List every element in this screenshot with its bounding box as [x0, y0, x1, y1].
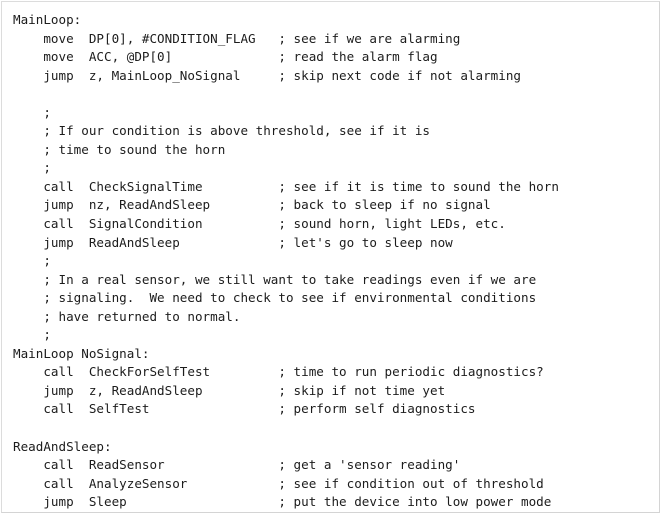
code-line: jump z, ReadAndSleep ; skip if not time …	[13, 382, 559, 401]
code-line-text: move ACC, @DP[0] ; read the alarm flag	[13, 49, 438, 65]
code-line: jump Sleep ; put the device into low pow…	[13, 493, 559, 512]
code-listing-figure: MainLoop: move DP[0], #CONDITION_FLAG ; …	[1, 1, 660, 513]
code-line-text: ; If our condition is above threshold, s…	[13, 123, 431, 139]
code-line-text: ; signaling. We need to check to see if …	[13, 290, 537, 306]
code-line-text: ;	[13, 253, 51, 269]
code-line-text: move DP[0], #CONDITION_FLAG ; see if we …	[13, 30, 461, 46]
code-line-text: ;	[13, 160, 51, 176]
code-line-text: call CheckForSelfTest ; time to run peri…	[13, 364, 544, 380]
code-line: ReadAndSleep:	[13, 438, 559, 457]
code-line-text: call SignalCondition ; sound horn, light…	[13, 216, 506, 232]
code-line-text: jump z, MainLoop_NoSignal ; skip next co…	[13, 67, 521, 83]
code-line: jump z, MainLoop_NoSignal ; skip next co…	[13, 67, 559, 86]
code-line: ;	[13, 252, 559, 271]
code-line: call AnalyzeSensor ; see if condition ou…	[13, 475, 559, 494]
code-line: call SignalCondition ; sound horn, light…	[13, 215, 559, 234]
code-line: move DP[0], #CONDITION_FLAG ; see if we …	[13, 30, 559, 49]
code-line-text: call CheckSignalTime ; see if it is time…	[13, 178, 559, 194]
code-line-text: jump ReadAndSleep ; let's go to sleep no…	[13, 234, 453, 250]
code-line: move ACC, @DP[0] ; read the alarm flag	[13, 48, 559, 67]
code-line: MainLoop NoSignal:	[13, 345, 559, 364]
code-line-text: call SelfTest ; perform self diagnostics	[13, 401, 476, 417]
code-line-text: jump Sleep ; put the device into low pow…	[13, 494, 552, 510]
code-line: jump ReadAndSleep ; let's go to sleep no…	[13, 234, 559, 253]
code-line: call SelfTest ; perform self diagnostics	[13, 400, 559, 419]
code-line-text: ;	[13, 327, 51, 343]
code-line-text: call AnalyzeSensor ; see if condition ou…	[13, 475, 544, 491]
code-line: ; If our condition is above threshold, s…	[13, 122, 559, 141]
code-line: MainLoop:	[13, 11, 559, 30]
code-line-text: ;	[13, 104, 51, 120]
code-line-text: MainLoop NoSignal:	[13, 345, 150, 361]
code-line: ;	[13, 104, 559, 123]
code-line-text: jump z, ReadAndSleep ; skip if not time …	[13, 382, 446, 398]
code-line-text: jump nz, ReadAndSleep ; back to sleep if…	[13, 197, 491, 213]
code-line-text: call ReadSensor ; get a 'sensor reading'	[13, 457, 461, 473]
code-line-text: MainLoop:	[13, 12, 82, 27]
code-line-text: ReadAndSleep:	[13, 438, 112, 454]
code-line: ;	[13, 159, 559, 178]
code-line: ; have returned to normal.	[13, 308, 559, 327]
code-line: ;	[13, 326, 559, 345]
code-line: jump nz, ReadAndSleep ; back to sleep if…	[13, 196, 559, 215]
code-line-text: ; time to sound the horn	[13, 141, 226, 157]
code-line: call ReadSensor ; get a 'sensor reading'	[13, 456, 559, 475]
code-line: ; time to sound the horn	[13, 141, 559, 160]
code-blank-line	[13, 419, 559, 438]
code-blank-line	[13, 85, 559, 104]
code-line-text: ; In a real sensor, we still want to tak…	[13, 271, 537, 287]
code-listing[interactable]: MainLoop: move DP[0], #CONDITION_FLAG ; …	[2, 2, 559, 512]
code-line: call CheckForSelfTest ; time to run peri…	[13, 363, 559, 382]
code-line: ; signaling. We need to check to see if …	[13, 289, 559, 308]
code-line-text: ; have returned to normal.	[13, 308, 241, 324]
code-line: call CheckSignalTime ; see if it is time…	[13, 178, 559, 197]
code-line: ; In a real sensor, we still want to tak…	[13, 271, 559, 290]
